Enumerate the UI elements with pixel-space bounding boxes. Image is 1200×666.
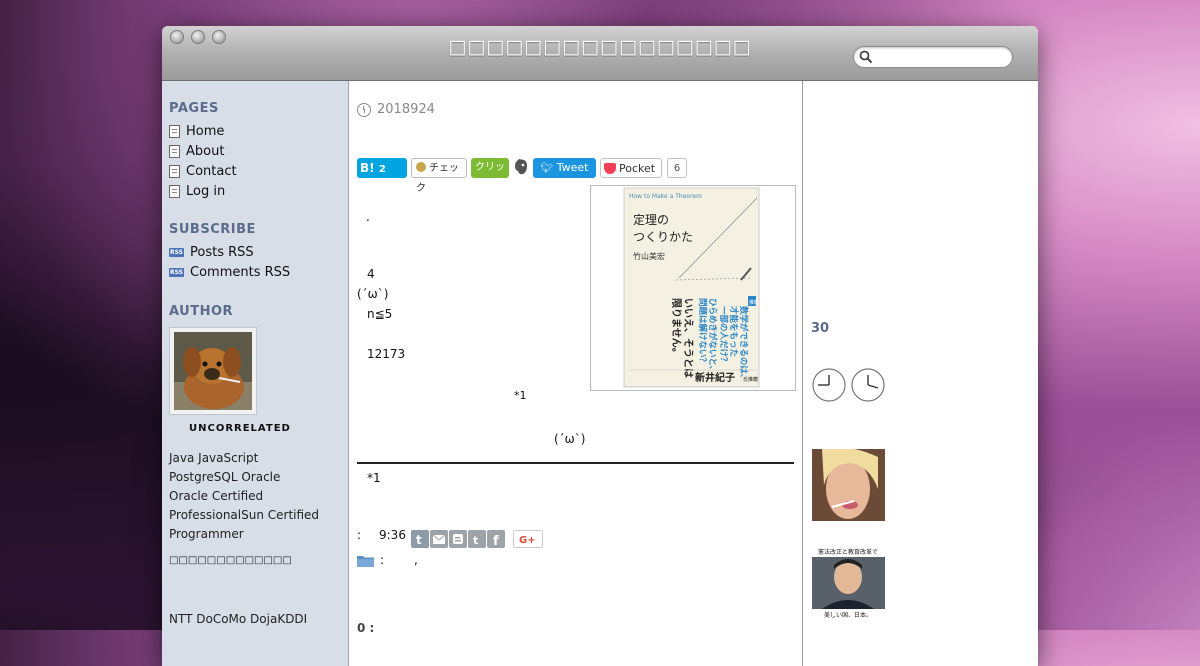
clip-button[interactable]: クリップ — [471, 158, 509, 193]
heading-30: 30 — [811, 321, 830, 336]
author-name[interactable]: UNCORRELATED — [189, 423, 291, 434]
blogger-icon[interactable] — [449, 530, 467, 548]
comments-rss-link[interactable]: RSS Comments RSS — [169, 265, 290, 280]
sidebar-item-login[interactable]: Log in — [169, 184, 225, 199]
facebook-icon[interactable]: f — [487, 530, 505, 549]
post-content: 2018924 B! 2 チェック クリップ 🐦︎ Tweet Pocket 6… — [349, 81, 803, 666]
book-blurb-5: 問題は解けない？ — [697, 298, 708, 366]
footnote-ref[interactable]: *1 — [514, 389, 527, 402]
ad-caption-top: 憲法改正と教育改革で — [818, 548, 878, 556]
post-date: 2018924 — [357, 102, 435, 117]
search-input[interactable] — [876, 49, 1008, 66]
twitter-bird-icon: 🐦︎ — [540, 163, 554, 174]
author-avatar[interactable] — [169, 327, 257, 415]
posts-rss-link[interactable]: RSS Posts RSS — [169, 245, 254, 260]
pocket-count: 6 — [667, 158, 687, 178]
rss-icon: RSS — [169, 268, 184, 277]
book-answer-1: いいえ、そうとは — [682, 298, 694, 378]
browser-window: □□□□□□□□□□□□□□□□ PAGES Home About Contac… — [162, 26, 1038, 666]
author-bio: Java JavaScript PostgreSQL Oracle Oracle… — [169, 451, 320, 541]
search-box[interactable] — [853, 46, 1013, 68]
footnote-text[interactable]: *1 — [367, 471, 381, 485]
post-text-line: (´ω`) — [554, 432, 586, 446]
book-answer-2: 限りません。 — [670, 298, 682, 358]
svg-text:t: t — [473, 534, 478, 547]
svg-text:t: t — [416, 533, 422, 547]
post-meta-prefix: : — [357, 528, 362, 542]
rss-icon: RSS — [169, 248, 184, 257]
clock-widget-icon — [812, 368, 846, 402]
page-icon — [169, 165, 180, 178]
author-bio-extra: □□□□□□□□□□□□□ — [169, 555, 292, 566]
tweet-button[interactable]: 🐦︎ Tweet — [533, 158, 596, 178]
book-title-1: 定理の — [633, 212, 669, 227]
ad-image-1[interactable] — [812, 447, 885, 521]
book-badge: 推薦 — [749, 299, 759, 306]
sidebar-item-contact[interactable]: Contact — [169, 164, 237, 179]
mixi-check-button[interactable]: チェック — [411, 158, 467, 194]
book-blurb-3: 一部の人だけ？ — [718, 306, 729, 366]
minimize-window-button[interactable] — [191, 30, 205, 44]
book-recommender: 新井紀子 — [695, 371, 735, 384]
ad-caption-bottom: 美しい国、日本。 — [824, 611, 872, 619]
left-sidebar: PAGES Home About Contact Log in SUBSCRIB… — [162, 81, 349, 666]
subscribe-heading: SUBSCRIBE — [169, 222, 256, 237]
folder-icon — [357, 555, 374, 567]
author-bio-more: NTT DoCoMo DojaKDDI — [169, 612, 308, 626]
twitter-icon[interactable]: t — [468, 530, 486, 548]
book-blurb-4: ひらめきがないと、 — [707, 298, 718, 374]
book-series: How to Make a Theorem — [629, 193, 702, 200]
pages-heading: PAGES — [169, 101, 219, 116]
pocket-icon — [604, 163, 616, 174]
clock-widget-icon — [851, 368, 885, 402]
book-blurb-1: 数学ができるのは、 — [738, 306, 749, 382]
post-category-row: : , — [357, 553, 418, 567]
post-text-line: n≦5 — [367, 307, 393, 321]
mixi-icon — [416, 162, 426, 172]
footnote-divider — [357, 462, 794, 464]
post-text-line: 12173 — [367, 347, 406, 361]
hatena-bookmark-button[interactable]: B! 2 — [357, 158, 407, 178]
close-window-button[interactable] — [170, 30, 184, 44]
book-blurb-2: 才能をもった — [728, 305, 739, 357]
page-icon — [169, 185, 180, 198]
evernote-icon[interactable] — [513, 158, 529, 178]
author-heading: AUTHOR — [169, 304, 234, 319]
svg-text:G+: G+ — [519, 535, 536, 546]
sidebar-item-home[interactable]: Home — [169, 124, 224, 139]
book-cover: How to Make a Theorem 定理の つくりかた 竹山美宏 推薦 … — [623, 187, 760, 388]
book-title-2: つくりかた — [633, 230, 693, 244]
svg-text:f: f — [493, 534, 499, 548]
search-icon — [859, 50, 873, 64]
page-icon — [169, 145, 180, 158]
page-icon — [169, 125, 180, 138]
book-cover-image[interactable]: How to Make a Theorem 定理の つくりかた 竹山美宏 推薦 … — [590, 185, 796, 391]
right-sidebar: 30 憲法改正と教育改革で 美しい国、日本。 — [803, 81, 1038, 666]
zoom-window-button[interactable] — [212, 30, 226, 44]
dog-photo — [174, 332, 252, 410]
post-text-line: (´ω`) — [357, 287, 389, 301]
site-title[interactable]: □□□□□□□□□□□□□□□□ — [402, 36, 798, 58]
email-icon[interactable] — [430, 530, 448, 548]
book-recommender-suffix: 氏推薦 — [743, 376, 758, 383]
pocket-button[interactable]: Pocket — [600, 158, 662, 178]
sidebar-item-about[interactable]: About — [169, 144, 224, 159]
tumblr-icon[interactable]: t — [411, 530, 429, 548]
post-text-line: . — [366, 210, 370, 224]
post-time[interactable]: 9:36 — [379, 528, 406, 542]
clock-icon — [357, 102, 371, 117]
post-text-line: 4 — [367, 267, 375, 281]
google-plus-icon[interactable]: G+ — [513, 530, 543, 548]
book-author: 竹山美宏 — [633, 251, 665, 261]
comments-heading: 0 : — [357, 621, 375, 635]
title-bar: □□□□□□□□□□□□□□□□ — [162, 26, 1038, 81]
ad-image-2[interactable]: 憲法改正と教育改革で 美しい国、日本。 — [812, 547, 885, 619]
